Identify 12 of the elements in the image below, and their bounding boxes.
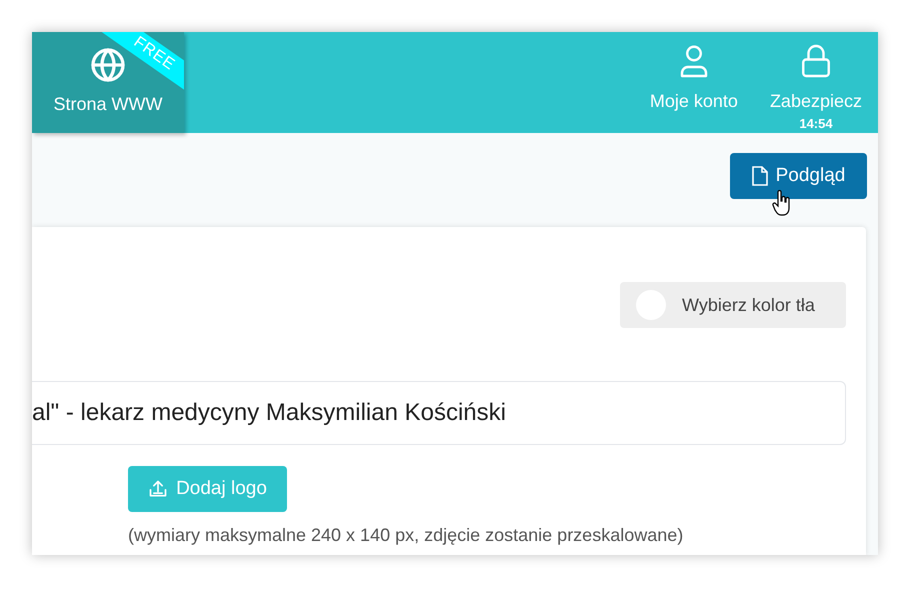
logo-hint-text: (wymiary maksymalne 240 x 140 px, zdjęcie zostanie przeskalowane) <box>128 524 684 547</box>
upload-icon <box>148 479 168 499</box>
account-link[interactable]: Moje konto <box>634 32 754 133</box>
account-link[interactable]: Zabezpiecz 14:54 <box>754 32 878 133</box>
globe-icon <box>90 47 126 83</box>
title-field[interactable]: al" - lekarz medycyny Maksymilian Kościński <box>32 381 846 445</box>
timer-text: 14:54 <box>799 117 833 130</box>
preview-button[interactable]: Podgląd <box>730 153 867 199</box>
background-color-button[interactable]: Wybierz kolor tła <box>620 282 846 328</box>
hand-cursor-icon <box>772 190 792 216</box>
file-icon <box>752 166 768 186</box>
add-logo-button[interactable]: Dodaj logo <box>128 466 287 512</box>
